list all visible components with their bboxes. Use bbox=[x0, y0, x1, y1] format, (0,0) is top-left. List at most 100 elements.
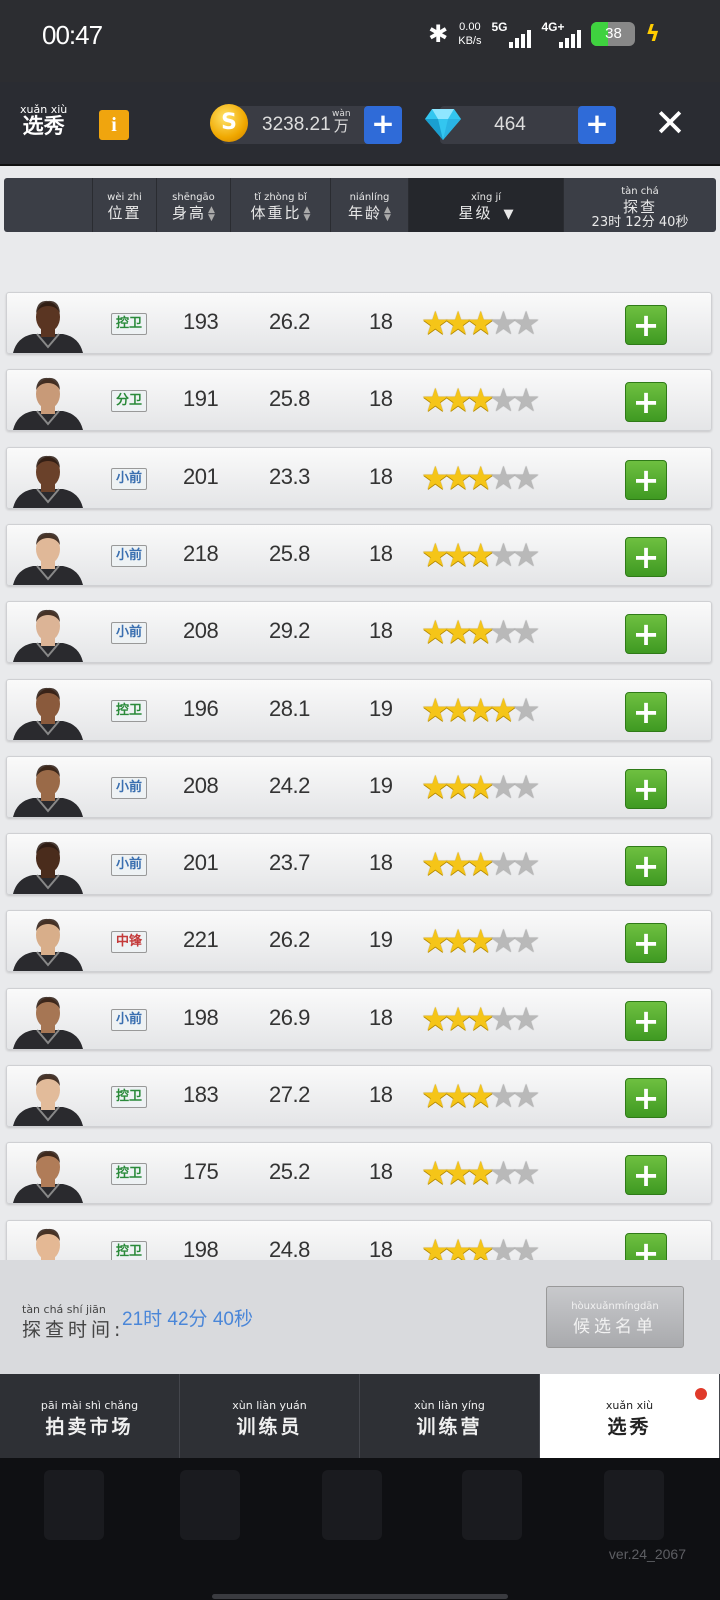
add-player-button[interactable]: + bbox=[625, 768, 667, 809]
top-bar: xuǎn xiù 选秀 i 3238.21 wàn 万 + S 464 + ✕ bbox=[0, 82, 720, 166]
player-weight-ratio: 27.2 bbox=[269, 1082, 310, 1107]
add-player-button[interactable]: + bbox=[625, 1232, 667, 1260]
close-button[interactable]: ✕ bbox=[650, 104, 690, 144]
player-avatar bbox=[13, 300, 83, 353]
player-row[interactable]: 小前 201 23.3 18 ★ ★ ★ ★ ★ + bbox=[6, 446, 712, 509]
player-row[interactable]: 小前 201 23.7 18 ★ ★ ★ ★ ★ + bbox=[6, 833, 712, 896]
player-height: 201 bbox=[183, 463, 219, 489]
add-coins-button[interactable]: + bbox=[364, 106, 402, 144]
add-player-button[interactable]: + bbox=[625, 1155, 667, 1196]
tab-draft[interactable]: xuǎn xiù 选秀 bbox=[540, 1374, 720, 1458]
add-player-button[interactable]: + bbox=[625, 923, 667, 964]
signal-4g-icon: 4G+ bbox=[541, 20, 582, 48]
add-player-button[interactable]: + bbox=[625, 1000, 667, 1041]
player-avatar bbox=[36, 1228, 60, 1260]
sort-arrows-icon: ▲ ▼ bbox=[384, 204, 391, 223]
player-row[interactable]: 控卫 198 24.8 18 ★ ★ ★ ★ ★ + bbox=[6, 1219, 712, 1260]
player-avatar bbox=[13, 842, 83, 895]
draft-list-panel: wèi zhi 位置 shēngāo 身高 ▲ ▼ tǐ zhòng bǐ 体重比 ▲… bbox=[0, 166, 720, 1260]
column-position[interactable]: wèi zhi 位置 bbox=[93, 178, 157, 232]
column-header: wèi zhi 位置 shēngāo 身高 ▲ ▼ tǐ zhòng bǐ 体重比 ▲… bbox=[4, 178, 716, 232]
version-label: ver.24_2067 bbox=[608, 1546, 686, 1562]
star-icon: ★ bbox=[511, 458, 541, 497]
position-badge: 小前 bbox=[111, 467, 147, 490]
add-player-button[interactable]: + bbox=[625, 382, 667, 423]
player-avatar bbox=[13, 996, 83, 1049]
tab-auction-market[interactable]: pāi mài shì chǎng 拍卖市场 bbox=[0, 1374, 180, 1458]
player-age: 18 bbox=[369, 309, 393, 334]
star-icon: ★ bbox=[511, 1077, 541, 1115]
dropdown-arrow-icon: ▼ bbox=[503, 207, 514, 222]
player-weight-ratio: 23.7 bbox=[269, 850, 310, 876]
add-player-button[interactable]: + bbox=[625, 691, 667, 732]
sort-arrows-icon: ▲ ▼ bbox=[303, 204, 311, 223]
player-row[interactable]: 控卫 193 26.2 18 ★ ★ ★ ★ ★ + bbox=[6, 292, 712, 354]
star-rating: ★ ★ ★ ★ ★ bbox=[421, 462, 540, 494]
tab-trainer[interactable]: xùn liàn yuán 训练员 bbox=[180, 1374, 360, 1458]
column-avatar bbox=[4, 178, 93, 232]
clock: 00:47 bbox=[42, 20, 103, 50]
player-row[interactable]: 小前 218 25.8 18 ★ ★ ★ ★ ★ + bbox=[6, 523, 712, 586]
player-row[interactable]: 小前 198 26.9 18 ★ ★ ★ ★ ★ + bbox=[6, 987, 712, 1050]
player-row[interactable]: 控卫 196 28.1 19 ★ ★ ★ ★ ★ + bbox=[6, 678, 712, 741]
home-indicator[interactable] bbox=[212, 1594, 508, 1599]
player-age: 19 bbox=[369, 772, 393, 798]
player-weight-ratio: 24.2 bbox=[269, 772, 310, 798]
player-weight-ratio: 25.8 bbox=[269, 540, 310, 566]
status-bar: 00:47 ✱ 0.00 KB/s 5G 4G+ 38 ϟ bbox=[0, 0, 720, 82]
notification-dot bbox=[693, 1386, 709, 1402]
column-scout: tàn chá 探查 23时 12分 40秒 bbox=[564, 178, 716, 232]
star-rating: ★ ★ ★ ★ ★ bbox=[421, 694, 540, 726]
tab-bar: pāi mài shì chǎng 拍卖市场 xùn liàn yuán 训练员… bbox=[0, 1374, 720, 1458]
star-icon: ★ bbox=[511, 1231, 541, 1260]
add-player-button[interactable]: + bbox=[625, 536, 667, 577]
player-age: 18 bbox=[369, 1082, 393, 1107]
player-age: 18 bbox=[369, 850, 393, 876]
player-height: 198 bbox=[183, 1236, 219, 1260]
column-stars-sort[interactable]: xīng jí 星级 ▼ bbox=[409, 178, 564, 232]
player-row[interactable]: 控卫 183 27.2 18 ★ ★ ★ ★ ★ + bbox=[6, 1065, 712, 1127]
star-rating: ★ ★ ★ ★ ★ bbox=[421, 616, 540, 648]
star-icon: ★ bbox=[511, 767, 541, 806]
player-height: 198 bbox=[183, 1004, 219, 1030]
star-icon: ★ bbox=[511, 613, 541, 652]
add-player-button[interactable]: + bbox=[625, 614, 667, 655]
status-icons: ✱ 0.00 KB/s 5G 4G+ 38 ϟ bbox=[428, 20, 660, 48]
tab-training-camp[interactable]: xùn liàn yíng 训练营 bbox=[360, 1374, 540, 1458]
charging-icon: ϟ bbox=[645, 21, 660, 47]
player-weight-ratio: 26.9 bbox=[269, 1004, 310, 1030]
info-button[interactable]: i bbox=[99, 110, 129, 140]
diamond-balance: 464 + bbox=[440, 106, 616, 144]
player-height: 208 bbox=[183, 772, 219, 798]
player-row[interactable]: 中锋 221 26.2 19 ★ ★ ★ ★ ★ + bbox=[6, 910, 712, 973]
player-row[interactable]: 小前 208 24.2 19 ★ ★ ★ ★ ★ + bbox=[6, 755, 712, 818]
add-player-button[interactable]: + bbox=[625, 305, 667, 345]
add-player-button[interactable]: + bbox=[625, 459, 667, 500]
player-weight-ratio: 25.2 bbox=[269, 1159, 310, 1185]
add-diamonds-button[interactable]: + bbox=[578, 106, 616, 144]
column-age-sort[interactable]: niánlíng 年龄 ▲ ▼ bbox=[331, 178, 409, 232]
star-rating: ★ ★ ★ ★ ★ bbox=[421, 1003, 540, 1035]
star-rating: ★ ★ ★ ★ ★ bbox=[421, 539, 540, 571]
scout-timer: 23时 12分 40秒 bbox=[591, 215, 689, 230]
player-row[interactable]: 分卫 191 25.8 18 ★ ★ ★ ★ ★ + bbox=[6, 369, 712, 432]
player-row[interactable]: 控卫 175 25.2 18 ★ ★ ★ ★ ★ + bbox=[6, 1142, 712, 1205]
scout-footer: tàn chá shí jiān 探查时间: 21时 42分 40秒 hòuxu… bbox=[0, 1260, 720, 1374]
player-age: 18 bbox=[369, 540, 393, 566]
player-age: 18 bbox=[369, 1004, 393, 1030]
add-player-button[interactable]: + bbox=[625, 1078, 667, 1118]
column-ratio-sort[interactable]: tǐ zhòng bǐ 体重比 ▲ ▼ bbox=[231, 178, 331, 232]
player-avatar bbox=[13, 687, 83, 740]
star-icon: ★ bbox=[511, 922, 541, 961]
candidate-list-button[interactable]: hòuxuǎnmíngdān 候选名单 bbox=[546, 1286, 684, 1348]
position-badge: 小前 bbox=[111, 1008, 147, 1031]
column-height-sort[interactable]: shēngāo 身高 ▲ ▼ bbox=[157, 178, 231, 232]
coin-balance: 3238.21 wàn 万 + bbox=[222, 106, 402, 144]
position-badge: 小前 bbox=[111, 776, 147, 799]
player-row[interactable]: 小前 208 29.2 18 ★ ★ ★ ★ ★ + bbox=[6, 601, 712, 664]
add-player-button[interactable]: + bbox=[625, 846, 667, 887]
player-height: 221 bbox=[183, 927, 219, 953]
player-age: 19 bbox=[369, 695, 393, 721]
faded-icon bbox=[44, 1470, 104, 1540]
position-badge: 中锋 bbox=[111, 931, 147, 954]
